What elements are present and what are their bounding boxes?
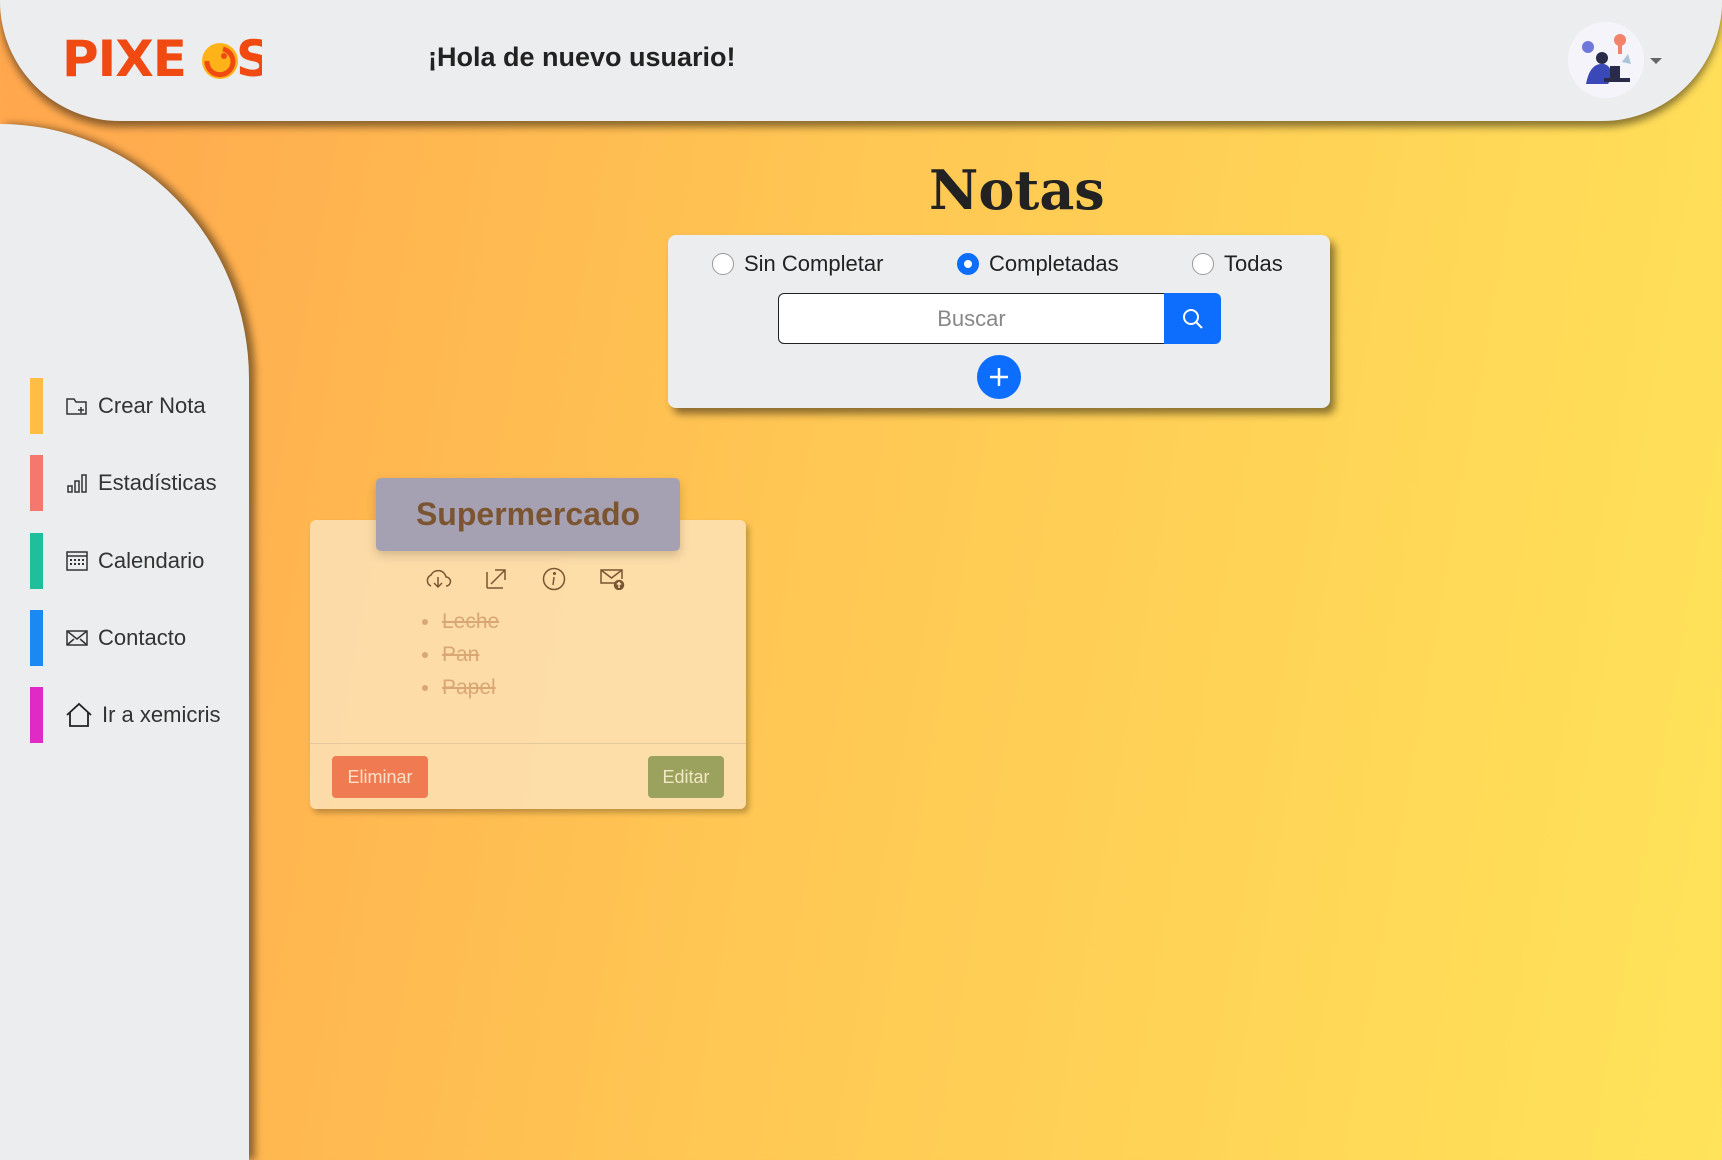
sidebar-color-bar: [30, 533, 43, 589]
greeting-text: ¡Hola de nuevo usuario!: [428, 42, 736, 72]
bar-chart-icon: [64, 470, 90, 496]
radio-button[interactable]: [712, 253, 734, 275]
search-button[interactable]: [1164, 293, 1221, 344]
sidebar-color-bar: [30, 610, 43, 666]
sidebar-item-label: Contacto: [98, 625, 187, 650]
sidebar: Crear Nota Estadísticas Calendario Conta…: [0, 124, 249, 1160]
sidebar-color-bar: [30, 455, 43, 511]
sidebar-item-label: Calendario: [98, 548, 205, 573]
sidebar-item-label: Crear Nota: [98, 393, 206, 418]
radio-label: Todas: [1224, 251, 1283, 276]
card-divider: [310, 743, 746, 744]
house-icon: [64, 702, 94, 728]
edit-button[interactable]: Editar: [648, 756, 724, 798]
note-card: Leche Pan Papel Eliminar Editar: [310, 520, 746, 809]
sidebar-color-bar: [30, 687, 43, 743]
radio-label: Sin Completar: [744, 251, 884, 276]
note-title: Supermercado: [376, 478, 680, 551]
svg-text:S: S: [236, 30, 262, 88]
sidebar-item-estadisticas[interactable]: Estadísticas: [30, 455, 240, 511]
user-avatar[interactable]: [1568, 22, 1644, 98]
calendar-icon: [64, 548, 90, 574]
list-item: Papel: [420, 671, 499, 704]
note-tools: [424, 565, 626, 593]
sidebar-item-calendario[interactable]: Calendario: [30, 533, 240, 589]
search-input[interactable]: [778, 293, 1165, 344]
page-title: Notas: [929, 158, 1105, 222]
info-icon[interactable]: [540, 565, 568, 593]
app-logo[interactable]: PIXE S: [62, 30, 272, 103]
filter-panel: Sin Completar Completadas Todas: [668, 235, 1330, 408]
delete-button[interactable]: Eliminar: [332, 756, 428, 798]
filter-radio-todas[interactable]: Todas: [1192, 251, 1283, 277]
envelope-icon: [64, 625, 90, 651]
radio-button[interactable]: [957, 253, 979, 275]
chevron-down-icon[interactable]: [1650, 58, 1662, 64]
sidebar-item-label: Estadísticas: [98, 470, 217, 495]
list-item: Pan: [420, 638, 499, 671]
list-item: Leche: [420, 605, 499, 638]
filter-radio-completadas[interactable]: Completadas: [957, 251, 1119, 277]
filter-radio-sin-completar[interactable]: Sin Completar: [712, 251, 883, 277]
sidebar-color-bar: [30, 378, 43, 434]
sidebar-item-crear-nota[interactable]: Crear Nota: [30, 378, 240, 434]
sidebar-item-contacto[interactable]: Contacto: [30, 610, 240, 666]
svg-text:PIXE: PIXE: [62, 30, 186, 88]
add-note-button[interactable]: [977, 355, 1021, 399]
sidebar-item-label: Ir a xemicris: [102, 702, 221, 727]
radio-label: Completadas: [989, 251, 1119, 276]
search-icon: [1182, 308, 1203, 329]
top-header: PIXE S ¡Hola de nuevo usuario!: [0, 0, 1722, 121]
note-items-list: Leche Pan Papel: [420, 605, 499, 704]
cloud-download-icon[interactable]: [424, 565, 452, 593]
sidebar-item-ir-a-xemicris[interactable]: Ir a xemicris: [30, 687, 240, 743]
plus-icon: [990, 368, 1008, 386]
user-illustration-icon: [1568, 22, 1644, 98]
share-arrow-icon[interactable]: [482, 565, 510, 593]
logo-wordmark: PIXE S: [62, 30, 272, 88]
mail-upload-icon[interactable]: [598, 565, 626, 593]
folder-plus-icon: [64, 393, 90, 419]
radio-button[interactable]: [1192, 253, 1214, 275]
